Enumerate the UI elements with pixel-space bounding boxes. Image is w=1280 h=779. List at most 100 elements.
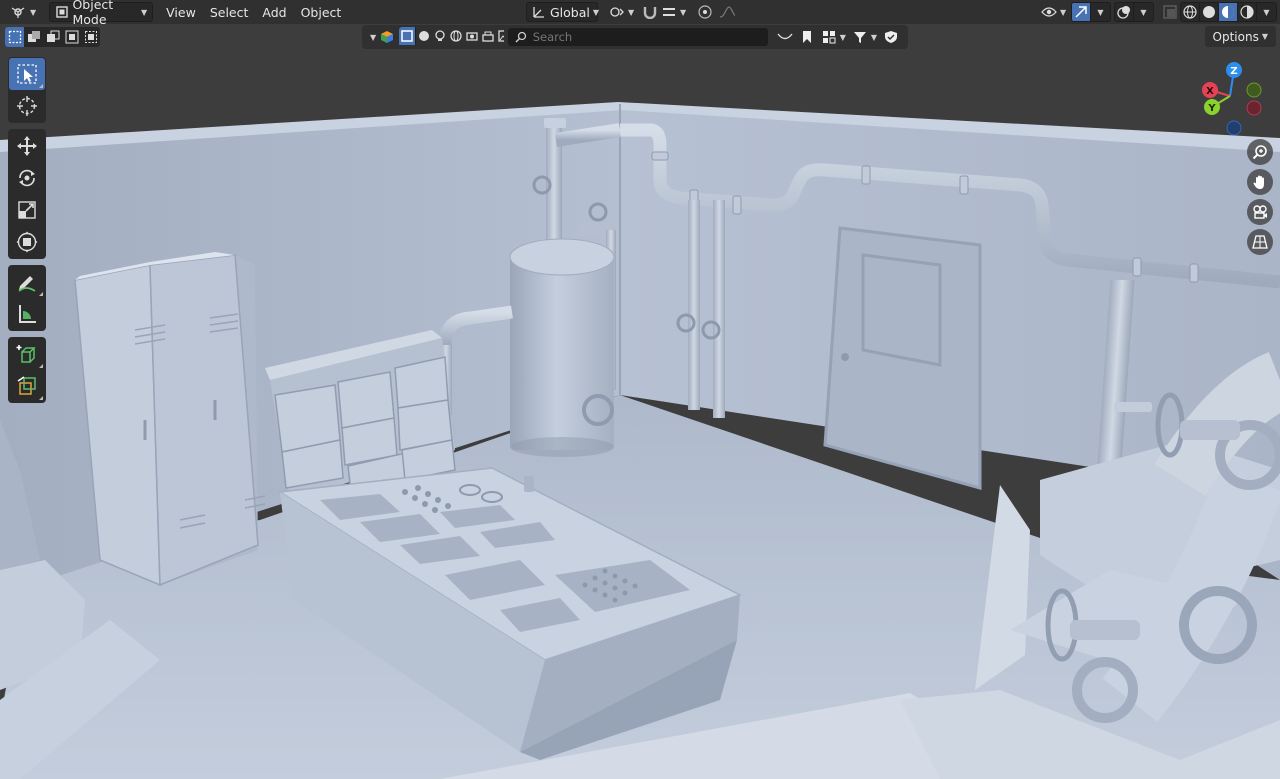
neg-y-axis-dot[interactable] [1246,82,1262,98]
rotate-tool[interactable] [9,162,45,194]
select-subtract-button[interactable] [43,27,62,47]
select-new-button[interactable] [5,27,24,47]
falloff-curve-icon [719,4,735,20]
proportional-icon [697,4,713,20]
filter-camera-button[interactable] [464,27,480,45]
add-tool-group [8,337,46,403]
select-new-icon [7,29,23,45]
overlay-dropdown[interactable]: ▼ [1134,3,1153,21]
chevron-down-icon: ▼ [839,32,846,42]
object-type-buttons [399,27,504,47]
measure-tool[interactable] [9,298,45,330]
select-extend-button[interactable] [24,27,43,47]
menu-view[interactable]: View [159,5,203,20]
hierarchy-dropdown[interactable]: ▼ [818,27,849,47]
search-input[interactable] [532,30,763,44]
mode-label: Object Mode [72,0,114,27]
filter-dropdown[interactable]: ▼ [849,27,880,47]
3d-viewport[interactable]: Z X Y [0,50,1280,779]
filter-pin-button[interactable] [774,27,796,47]
globe-icon [448,28,464,44]
transform-tool-group [8,129,46,259]
navigation-gizmo[interactable]: Z X Y [1196,58,1276,138]
filter-world-button[interactable] [448,27,464,45]
scene-icon [480,28,496,44]
object-type-filter-dropdown[interactable]: ▼ [368,27,397,47]
chevron-down-icon: ▼ [680,7,687,17]
select-box-tool[interactable] [9,58,45,90]
scale-icon [16,199,38,221]
select-intersect-button[interactable] [81,27,100,47]
move-tool[interactable] [9,130,45,162]
select-invert-button[interactable] [62,27,81,47]
annotate-tool[interactable] [9,266,45,298]
select-tool-group [8,57,46,123]
wireframe-sphere-icon [1182,4,1198,20]
overlay-icon [1116,4,1132,20]
tool-settings-row: ▼ ▼ [0,24,1280,50]
shading-solid-button[interactable] [1200,3,1219,21]
image-icon [496,28,504,44]
tool-shelf [8,57,46,409]
y-axis-label: Y [1207,103,1216,114]
chevron-down-icon: ▼ [870,32,877,42]
search-field[interactable] [507,28,768,46]
filter-curve-button[interactable] [416,27,432,45]
editor-type-button[interactable]: ▼ [6,2,41,22]
camera-view-button[interactable] [1247,199,1273,225]
transform-tool[interactable] [9,226,45,258]
select-invert-icon [64,29,80,45]
filter-mesh-button[interactable] [399,27,417,45]
camera-icon [464,28,480,44]
falloff-dropdown[interactable] [714,2,740,22]
add-geometry-tool[interactable] [9,370,45,402]
chevron-down-icon: ▼ [1263,7,1270,17]
move-arrows-icon [16,135,38,157]
snap-increment-icon [661,4,677,20]
chevron-down-icon: ▼ [370,32,377,42]
menu-object[interactable]: Object [294,5,349,20]
shading-rendered-button[interactable] [1238,3,1257,21]
chevron-down-icon: ▼ [1140,7,1147,17]
bookmark-button[interactable] [796,27,818,47]
bookmark-icon [799,29,815,45]
menu-select[interactable]: Select [203,5,256,20]
search-icon [513,29,529,45]
chevron-down-icon: ▼ [628,7,635,17]
perspective-toggle-button[interactable] [1247,229,1273,255]
restrict-toggle[interactable] [880,27,902,47]
add-cube-tool[interactable] [9,338,45,370]
shading-wireframe-button[interactable] [1181,3,1200,21]
gizmo-dropdown[interactable]: ▼ [1091,3,1110,21]
chevron-down-icon: ▼ [141,7,148,17]
neg-z-axis-dot[interactable] [1226,120,1242,136]
transform-orientation-dropdown[interactable]: Global ▼ [526,2,600,22]
neg-x-axis-dot[interactable] [1246,100,1262,116]
hierarchy-icon [821,29,837,45]
zoom-button[interactable] [1247,139,1273,165]
shield-check-icon [883,29,899,45]
pan-button[interactable] [1247,169,1273,195]
shading-material-button[interactable] [1219,3,1238,21]
overlay-toggle[interactable] [1115,3,1134,21]
rendered-sphere-icon [1239,4,1255,20]
select-extend-icon [26,29,42,45]
cursor-tool[interactable] [9,90,45,122]
filter-other-button[interactable] [496,27,504,45]
mode-dropdown[interactable]: Object Mode ▼ [49,0,154,27]
extrude-icon [16,375,38,397]
options-dropdown[interactable]: Options ▼ [1204,26,1276,47]
filter-scene-button[interactable] [480,27,496,45]
shading-dropdown[interactable]: ▼ [1257,3,1276,21]
snap-target-dropdown[interactable]: ▼ [656,2,691,22]
gizmo-toggle[interactable] [1072,3,1091,21]
pivot-point-dropdown[interactable]: ▼ [604,2,639,22]
menu-add[interactable]: Add [255,5,293,20]
chevron-down-icon: ▼ [592,7,600,17]
filter-toggle-icon [777,29,793,45]
filter-light-button[interactable] [432,27,448,45]
scale-tool[interactable] [9,194,45,226]
visibility-dropdown[interactable]: ▼ [1036,2,1071,22]
light-icon [432,28,448,44]
orientation-icon [532,4,546,20]
